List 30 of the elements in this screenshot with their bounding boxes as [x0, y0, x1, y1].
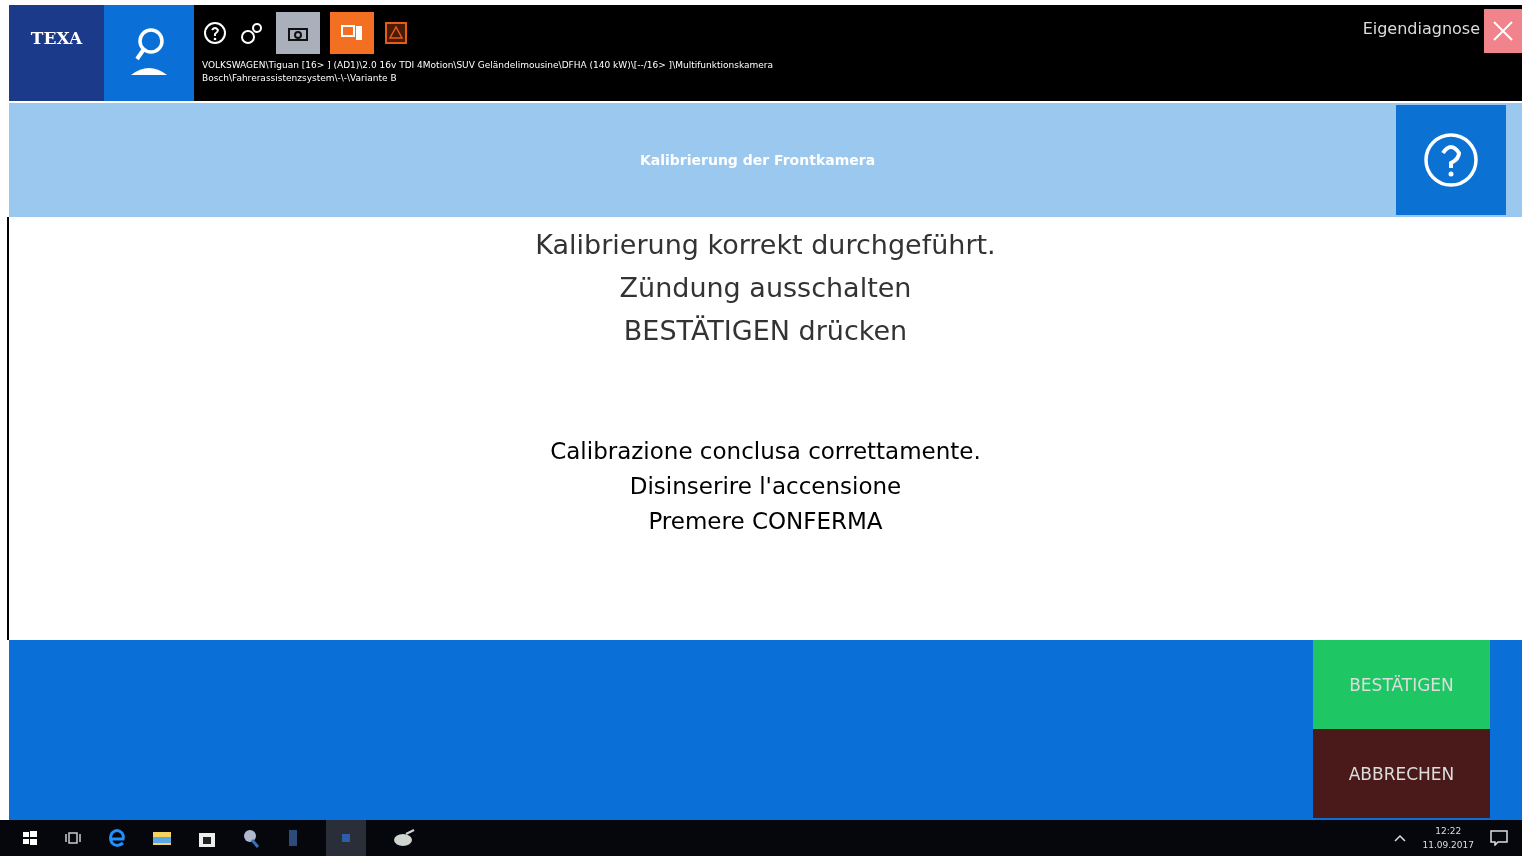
device-button[interactable]	[330, 12, 374, 54]
notifications-icon[interactable]	[1490, 830, 1508, 846]
texa-logo: TEXA	[9, 5, 104, 101]
chevron-up-icon[interactable]	[1394, 834, 1407, 842]
camera-icon	[288, 25, 308, 41]
app-icon	[340, 832, 352, 844]
help-icon[interactable]	[202, 20, 228, 46]
message-line: Calibrazione conclusa correttamente.	[550, 437, 981, 466]
message-line: Disinserire l'accensione	[628, 472, 903, 501]
warning-icon[interactable]	[384, 21, 408, 45]
cancel-button[interactable]: ABBRECHEN	[1313, 729, 1490, 818]
self-diagnosis-label: Eigendiagnose	[1362, 18, 1480, 38]
search-button[interactable]	[104, 5, 194, 101]
clock-date: 11.09.2017	[1422, 839, 1474, 852]
close-icon	[1492, 20, 1514, 42]
monitor-icon	[341, 24, 363, 42]
clock-time: 12:22	[1435, 825, 1462, 838]
screen-title: Kalibrierung der Frontkamera	[638, 152, 877, 168]
help-icon	[1423, 132, 1479, 188]
message-line: Premere CONFERMA	[647, 507, 884, 536]
browser-icon[interactable]	[108, 828, 126, 848]
message-line: BESTÄTIGEN drücken	[622, 314, 909, 348]
camera-button[interactable]	[276, 12, 320, 54]
task-view-icon[interactable]	[64, 830, 82, 846]
vehicle-path: VOLKSWAGEN\Tiguan [16> ] (AD1)\2.0 16v TDI 4Motion\SUV Geländelimousine\DFHA (140 kW)\[--/16> ]\Multifunktionskamera Bosch\Fahrerassistenzsystem\-\-\Variante B	[202, 59, 774, 85]
folder-icon[interactable]	[152, 830, 172, 846]
message-line: Kalibrierung korrekt durchgeführt.	[535, 228, 996, 262]
message-line: Zündung ausschalten	[618, 271, 913, 305]
windows-start-icon[interactable]	[22, 830, 38, 846]
help-button[interactable]	[1396, 105, 1506, 215]
